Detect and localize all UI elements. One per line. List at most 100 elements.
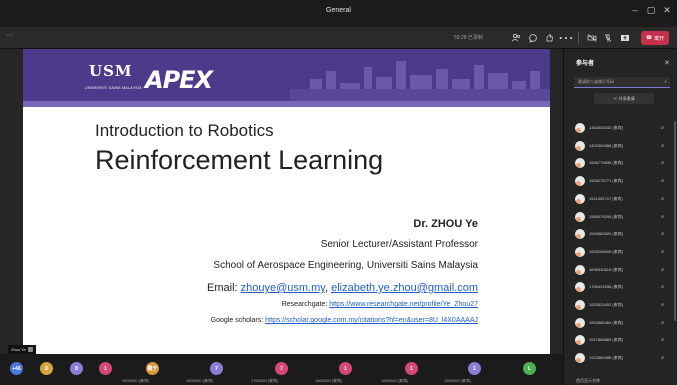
mic-off-icon: ⌀ — [661, 355, 665, 362]
participant-name: 1609296606 (来宾) — [589, 248, 624, 254]
participant-avatar — [575, 246, 585, 257]
author-email: Email: zhouye@usm.my, elizabeth.ye.zhou@… — [207, 282, 478, 294]
panel-close-icon[interactable]: ✕ — [664, 59, 670, 67]
participant-name: 1506779835 (来宾) — [589, 160, 624, 166]
campus-skyline-graphic — [290, 61, 550, 101]
presenter-name-tag: Zhou Ye — [8, 345, 36, 354]
mic-off-icon: ⌀ — [661, 302, 665, 308]
gallery-name: 1500000 (来宾) — [444, 378, 472, 383]
camera-off-icon[interactable] — [587, 33, 597, 43]
participants-panel: 参与者 ✕ 邀请他人或拨打号码 ⌕ ⩤ 共享邀请 1363505332 (来宾)… — [563, 49, 677, 385]
participant-row[interactable]: 1766424936 (来宾) ⌀ — [564, 280, 677, 297]
meeting-toolbar: ··· 59:28 已录制 ⋯ ☎ 离开 — [0, 27, 677, 49]
close-window-button[interactable]: ✕ — [660, 5, 674, 16]
participant-row[interactable]: 1565379290 (来宾) ⌀ — [564, 210, 677, 227]
participant-row[interactable]: 1922589386 (来宾) ⌀ — [564, 351, 677, 368]
gallery-avatar[interactable]: 藏于 — [146, 362, 159, 375]
more-menu[interactable]: ··· — [6, 32, 13, 39]
presentation-slide: USM UNIVERSITI SAINS MALAYSIA APEX Intro… — [23, 49, 550, 354]
author-school: School of Aerospace Engineering, Univers… — [213, 260, 478, 271]
gallery-avatar[interactable]: 1 — [339, 362, 352, 375]
mic-off-icon: ⌀ — [661, 178, 665, 185]
participant-row[interactable]: 1696530515 (来宾) ⌀ — [564, 263, 677, 280]
mic-off-icon: ⌀ — [661, 142, 665, 149]
email-label: Email: — [207, 282, 241, 294]
gallery-avatar[interactable]: 1 — [468, 362, 481, 375]
participant-row[interactable]: 1902865464 (来宾) ⌀ — [564, 316, 677, 333]
mic-off-icon: ⌀ — [661, 337, 665, 344]
gallery-name: 1900000 (来宾) — [381, 378, 409, 383]
participant-avatar — [575, 193, 585, 204]
participant-row[interactable]: 1363505332 (来宾) ⌀ — [564, 121, 677, 138]
participant-avatar — [575, 176, 585, 187]
gallery-avatar[interactable]: 8 — [70, 362, 83, 375]
gallery-name: 1500000 (来宾) — [122, 378, 150, 383]
share-icon: ⩤ — [613, 96, 617, 101]
participants-icon[interactable] — [511, 33, 521, 43]
author-name: Dr. ZHOU Ye — [413, 218, 478, 230]
participant-avatar — [575, 264, 585, 275]
participant-avatar — [575, 282, 585, 293]
participant-name: 1766424936 (来宾) — [589, 284, 624, 290]
window-title: General — [326, 7, 351, 14]
share-screen-icon[interactable] — [620, 33, 630, 43]
participant-name: 1363505332 (来宾) — [589, 125, 624, 130]
search-icon: ⌕ — [664, 79, 667, 85]
participant-avatar — [575, 353, 585, 364]
scholar-link[interactable]: https://scholar.google.com.my/citations?… — [265, 317, 478, 324]
participant-row[interactable]: 1825533452 (来宾) ⌀ — [564, 298, 677, 315]
video-gallery-strip: +46 D 8 1 藏于 1500000 (来宾) 7 1600000 (来宾) 7 170000… — [0, 354, 563, 385]
participant-name: 1500662820 (来宾) — [589, 231, 624, 237]
mic-off-icon: ⌀ — [661, 125, 665, 131]
participant-row[interactable]: 1917866889 (来宾) ⌀ — [564, 333, 677, 350]
participant-row[interactable]: 1511400747 (来宾) ⌀ — [564, 192, 677, 209]
mic-off-icon: ⌀ — [661, 213, 665, 220]
scholar-label: Google scholars: — [210, 317, 266, 324]
minimize-button[interactable]: – — [628, 5, 642, 15]
invite-search-placeholder: 邀请他人或拨打号码 — [578, 79, 614, 84]
usm-logo: USM — [89, 62, 133, 80]
participant-name: 1565379290 (来宾) — [589, 213, 624, 219]
share-invite-button[interactable]: ⩤ 共享邀请 — [594, 93, 654, 104]
pin-icon[interactable] — [27, 347, 33, 352]
gallery-avatar[interactable]: 1 — [405, 362, 418, 375]
participant-avatar — [575, 300, 585, 310]
invite-search-input[interactable]: 邀请他人或拨打号码 ⌕ — [574, 77, 670, 88]
mic-off-icon: ⌀ — [661, 231, 665, 238]
participant-row[interactable]: 1506779835 (来宾) ⌀ — [564, 156, 677, 173]
gallery-avatar[interactable]: 1 — [99, 362, 112, 375]
mic-off-icon: ⌀ — [661, 319, 665, 326]
gallery-avatar[interactable]: L — [523, 362, 536, 375]
panel-title: 参与者 — [576, 61, 595, 67]
more-actions-icon[interactable]: ⋯ — [558, 30, 574, 47]
participant-avatar — [575, 140, 585, 151]
participant-row[interactable]: 1500662820 (来宾) ⌀ — [564, 227, 677, 244]
gallery-avatar[interactable]: 7 — [210, 362, 223, 375]
researchgate-line: Researchgate: https://www.researchgate.n… — [282, 301, 478, 308]
participant-row[interactable]: 1509275771 (来宾) ⌀ — [564, 174, 677, 191]
maximize-button[interactable]: ▢ — [644, 5, 658, 16]
reactions-icon[interactable] — [544, 33, 554, 43]
email-link-usm[interactable]: zhouye@usm.my — [241, 282, 325, 294]
usm-logo-subtitle: UNIVERSITI SAINS MALAYSIA — [85, 86, 142, 90]
participant-name: 1696530515 (来宾) — [589, 266, 624, 272]
title-bar: General – ▢ ✕ — [0, 0, 677, 27]
mic-off-icon: ⌀ — [661, 266, 665, 273]
participant-name: 1509275771 (来宾) — [589, 178, 624, 184]
share-invite-label: 共享邀请 — [618, 95, 635, 101]
researchgate-link[interactable]: https://www.researchgate.net/profile/Ye_… — [329, 301, 478, 308]
mic-off-icon: ⌀ — [661, 160, 665, 167]
slide-title: Reinforcement Learning — [95, 145, 384, 175]
participant-row[interactable]: 1609296606 (来宾) ⌀ — [564, 245, 677, 262]
chat-icon[interactable] — [528, 33, 538, 43]
presenter-name: Zhou Ye — [11, 347, 26, 352]
mic-off-icon: ⌀ — [661, 195, 665, 202]
mic-off-icon[interactable] — [603, 33, 613, 43]
participant-list-scrollbar[interactable] — [674, 121, 676, 321]
leave-button[interactable]: ☎ 离开 — [641, 31, 669, 45]
gallery-avatar[interactable]: +46 — [10, 362, 23, 375]
gallery-avatar[interactable]: D — [40, 362, 53, 375]
email-link-gmail[interactable]: elizabeth.ye.zhou@gmail.com — [331, 282, 478, 294]
gallery-avatar[interactable]: 7 — [275, 362, 288, 375]
participant-row[interactable]: 1402560858 (来宾) ⌀ — [564, 139, 677, 156]
